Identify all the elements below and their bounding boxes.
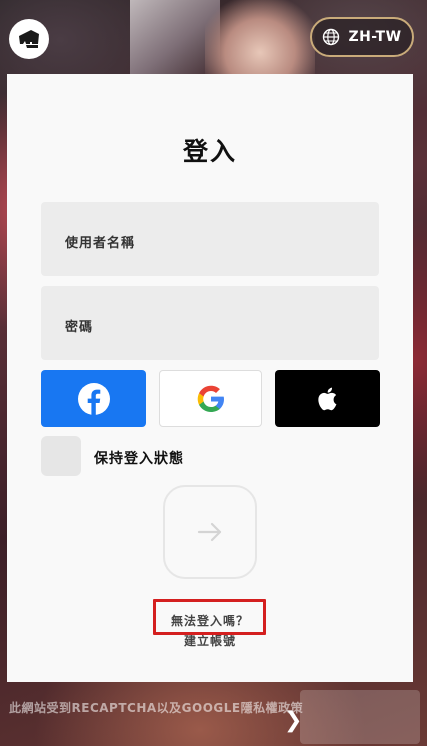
riot-logo[interactable]	[9, 19, 49, 59]
cant-sign-in-link[interactable]: 無法登入嗎？	[7, 612, 413, 629]
username-placeholder: 使用者名稱	[65, 236, 136, 251]
language-label: ZH-TW	[348, 29, 402, 45]
chevron-right-icon[interactable]: ❯	[284, 708, 302, 733]
password-placeholder: 密碼	[65, 320, 94, 335]
submit-button[interactable]	[163, 485, 257, 579]
keep-signed-in-label: 保持登入狀態	[94, 451, 184, 467]
language-selector[interactable]: ZH-TW	[310, 17, 414, 57]
riot-fist-icon	[19, 30, 39, 48]
google-icon	[197, 385, 224, 412]
globe-icon	[323, 28, 340, 46]
facebook-icon	[77, 382, 110, 415]
login-card: 登入 使用者名稱 密碼 保持登入狀態 無法登入嗎？ 建立帳號	[7, 74, 413, 682]
arrow-right-icon	[197, 522, 222, 542]
page-title: 登入	[182, 137, 237, 166]
recaptcha-notice: 此網站受到RECAPTCHA以及GOOGLE隱私權政策	[9, 701, 304, 715]
keep-signed-in-checkbox[interactable]	[41, 436, 81, 476]
watermark-logo	[300, 690, 420, 744]
apple-login-button[interactable]	[275, 370, 380, 427]
facebook-login-button[interactable]	[41, 370, 146, 427]
username-field[interactable]: 使用者名稱	[41, 202, 379, 276]
password-field[interactable]: 密碼	[41, 286, 379, 360]
apple-icon	[317, 387, 336, 410]
background-character	[205, 0, 315, 75]
create-account-link[interactable]: 建立帳號	[7, 632, 413, 649]
google-login-button[interactable]	[159, 370, 262, 427]
